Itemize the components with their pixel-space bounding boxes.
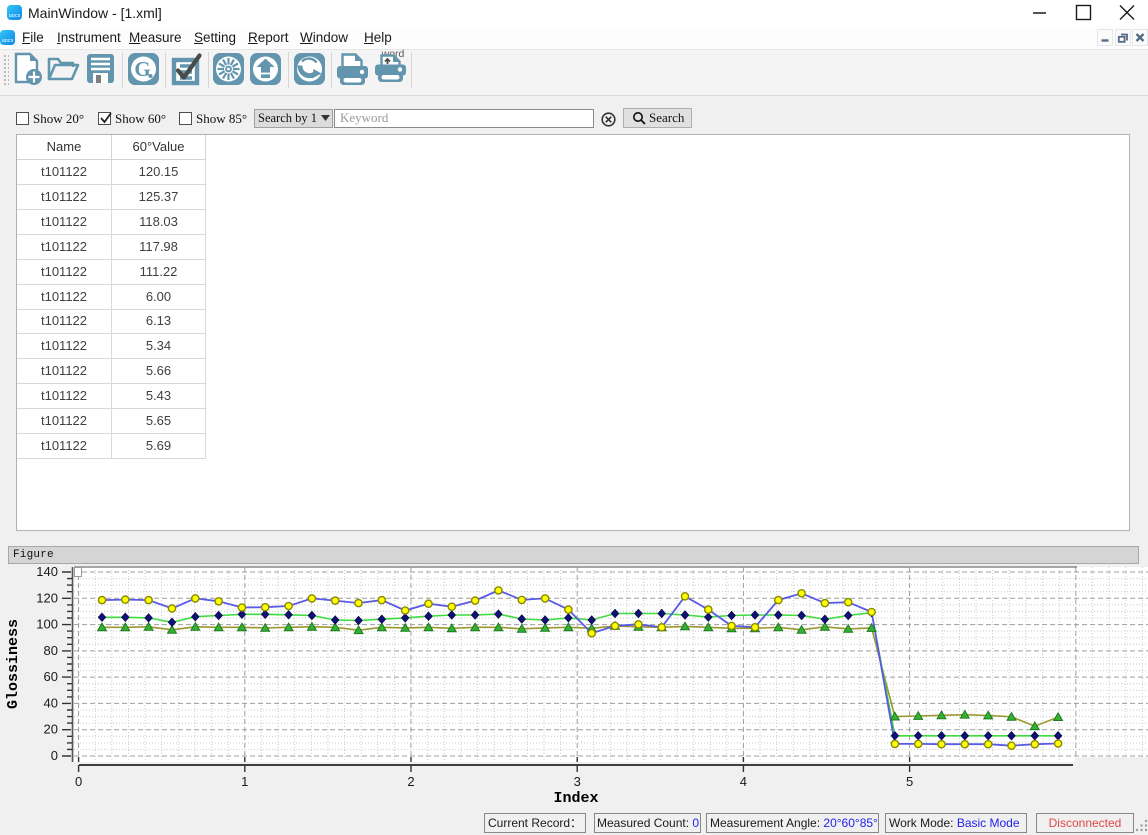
svg-text:20: 20 <box>44 722 58 737</box>
svg-text:80: 80 <box>44 643 58 658</box>
svg-text:uocs: uocs <box>9 13 21 19</box>
svg-text:G: G <box>134 57 150 81</box>
svg-text:Index: Index <box>553 790 598 807</box>
svg-text:1: 1 <box>241 774 248 789</box>
svg-text:0: 0 <box>75 774 82 789</box>
svg-text:120: 120 <box>36 590 58 605</box>
svg-text:4: 4 <box>740 774 747 789</box>
svg-text:40: 40 <box>44 695 58 710</box>
svg-text:60: 60 <box>44 669 58 684</box>
svg-text:2: 2 <box>407 774 414 789</box>
svg-text:140: 140 <box>36 564 58 579</box>
svg-text:3: 3 <box>574 774 581 789</box>
svg-text:5: 5 <box>906 774 913 789</box>
svg-text:0: 0 <box>51 748 58 763</box>
svg-text:100: 100 <box>36 617 58 632</box>
svg-text:Glossiness: Glossiness <box>5 619 22 709</box>
